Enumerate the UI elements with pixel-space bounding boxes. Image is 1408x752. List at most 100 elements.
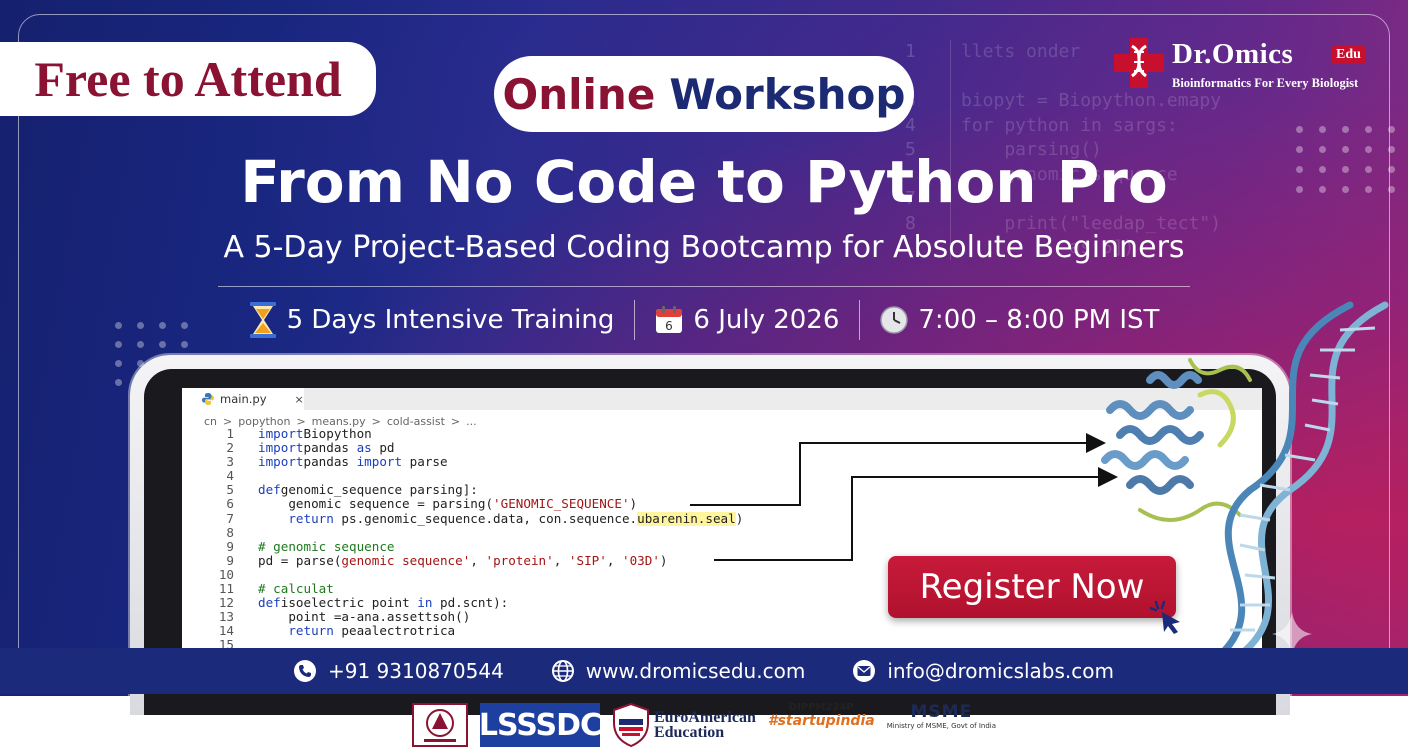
code-line: 13 point =a-ana.assettsoh() <box>200 610 743 624</box>
startup-india-text: #startupindia <box>767 713 875 729</box>
svg-text:6: 6 <box>666 319 674 333</box>
code-token: point =a-ana.assettsoh() <box>258 609 471 625</box>
euro-line1: EuroAmerican <box>653 709 756 726</box>
code-token: ubarenin.seal <box>637 510 736 526</box>
phone-text: +91 9310870544 <box>327 659 504 683</box>
title-divider <box>218 286 1190 287</box>
code-line: 14 return peaalectrotrica <box>200 624 743 638</box>
duration-text: 5 Days Intensive Training <box>286 305 615 335</box>
code-token: pd <box>371 440 395 456</box>
ghost-line-text: for python in sargs: <box>961 114 1178 136</box>
code-line: 10 <box>200 567 743 582</box>
calendar-icon: 6 <box>656 306 683 333</box>
euroamerican-logo: EuroAmerican Education <box>612 702 756 748</box>
dromics-logo: Dr.Omics Edu Bioinformatics For Every Bi… <box>1110 34 1380 98</box>
code-token: pd.scnt): <box>432 595 509 611</box>
hourglass-icon <box>249 302 276 338</box>
online-word: Online <box>502 69 656 119</box>
code-line: 1 import Biopython <box>200 426 743 441</box>
code-token: parse <box>402 454 448 470</box>
code-line: 8 <box>200 525 743 540</box>
free-to-attend-badge: Free to Attend <box>0 42 376 116</box>
breadcrumb-separator: > <box>450 414 461 428</box>
code-token: import <box>356 454 403 470</box>
code-token: , <box>606 552 622 568</box>
euro-line2: Education <box>653 724 725 741</box>
ghost-code-line: 4 for python in sargs: <box>905 114 1325 139</box>
email-text: info@dromicslabs.com <box>887 659 1114 683</box>
code-token: import <box>258 440 304 456</box>
code-token: 'SIP' <box>568 552 607 568</box>
breadcrumb-separator: > <box>371 414 381 428</box>
phone-icon <box>293 660 316 682</box>
lsssdc-logo: LSSSDC <box>479 702 602 748</box>
brand-name: Dr.Omics <box>1172 38 1294 70</box>
shield-icon <box>612 703 649 747</box>
code-token: import <box>258 426 304 441</box>
code-token: pandas <box>303 440 357 456</box>
line-number: 1 <box>226 426 234 441</box>
brand-tagline: Bioinformatics For Every Biologist <box>1172 76 1359 90</box>
ghost-line-number: 1 <box>905 41 916 62</box>
tab-main-py[interactable]: main.py × <box>182 388 304 410</box>
dipp-id: DIPPM224P <box>788 702 854 713</box>
code-token: def <box>258 595 281 611</box>
code-token: genomic sequence = parsing( <box>258 496 494 512</box>
workshop-word: Workshop <box>669 69 906 119</box>
breadcrumb-item[interactable]: cn <box>204 415 217 428</box>
code-line: 5 def genomic_sequence parsing]: <box>200 483 743 497</box>
line-number: 9 <box>226 538 234 554</box>
code-line: 3 import pandas import parse <box>200 455 743 469</box>
code-token: # calculat <box>258 581 334 597</box>
code-token: # genomic sequence <box>258 538 395 554</box>
code-token: , <box>553 552 569 568</box>
code-token: ) <box>629 496 638 512</box>
breadcrumb-item[interactable]: ... <box>466 415 477 428</box>
register-now-button[interactable]: Register Now <box>888 556 1176 618</box>
code-line: 9 pd = parse(genomic sequence', 'protein'… <box>200 552 743 568</box>
duration-info: 5 Days Intensive Training <box>229 301 635 339</box>
contact-phone[interactable]: +91 9310870544 <box>293 659 504 683</box>
code-token: as <box>356 440 372 456</box>
code-token: def <box>258 482 281 498</box>
contact-email[interactable]: info@dromicslabs.com <box>853 659 1114 683</box>
ghost-line-text: llets onder <box>961 41 1081 62</box>
contact-bar: +91 9310870544 www.dromicsedu.com info@d… <box>0 648 1408 694</box>
line-number: 6 <box>226 496 234 512</box>
line-number: 7 <box>226 510 234 526</box>
email-icon <box>853 660 876 682</box>
code-line: 9 # genomic sequence <box>200 538 743 554</box>
line-number: 12 <box>218 595 234 611</box>
code-lines: 1 import Biopython 2 import pandas as pd 3 impo… <box>200 426 743 653</box>
line-number: 14 <box>218 623 234 639</box>
line-number: 4 <box>226 468 234 484</box>
startup-india-logo: DIPPM224P #startupindia <box>768 702 875 748</box>
code-token: import <box>258 454 304 470</box>
edu-badge: Edu <box>1332 46 1365 64</box>
line-number: 3 <box>226 454 234 470</box>
code-token: pd = parse( <box>258 552 342 568</box>
close-icon[interactable]: × <box>295 393 304 406</box>
partner-seal-logo <box>411 702 468 748</box>
code-line: 6 genomic sequence = parsing('GENOMIC_SE… <box>200 497 743 511</box>
code-token: ps.genomic_sequence.data, con.sequence. <box>333 510 638 526</box>
website-text: www.dromicsedu.com <box>585 659 806 683</box>
code-line: 2 import pandas as pd <box>200 440 743 456</box>
medical-cross-dna-icon <box>1114 38 1164 88</box>
code-line: 12 def isoelectric point in pd.scnt): <box>200 596 743 610</box>
code-token: Biopython <box>303 426 372 441</box>
contact-website[interactable]: www.dromicsedu.com <box>551 659 806 683</box>
page-title: From No Code to Python Pro <box>240 148 1168 216</box>
code-token: peaalectrotrica <box>333 623 456 639</box>
msme-subtext: Ministry of MSME, Govt of India <box>886 722 997 730</box>
code-token: '03D' <box>622 552 660 568</box>
lsssdc-text: LSSSDC <box>479 703 602 747</box>
globe-icon <box>551 660 574 682</box>
line-number: 9 <box>226 552 234 568</box>
python-file-icon <box>202 393 214 405</box>
breadcrumb-item[interactable]: cold-assist <box>387 415 445 428</box>
tab-label: main.py <box>220 392 267 406</box>
line-number: 11 <box>218 581 234 597</box>
msme-text: MSME <box>910 702 973 722</box>
line-number: 2 <box>226 440 234 456</box>
